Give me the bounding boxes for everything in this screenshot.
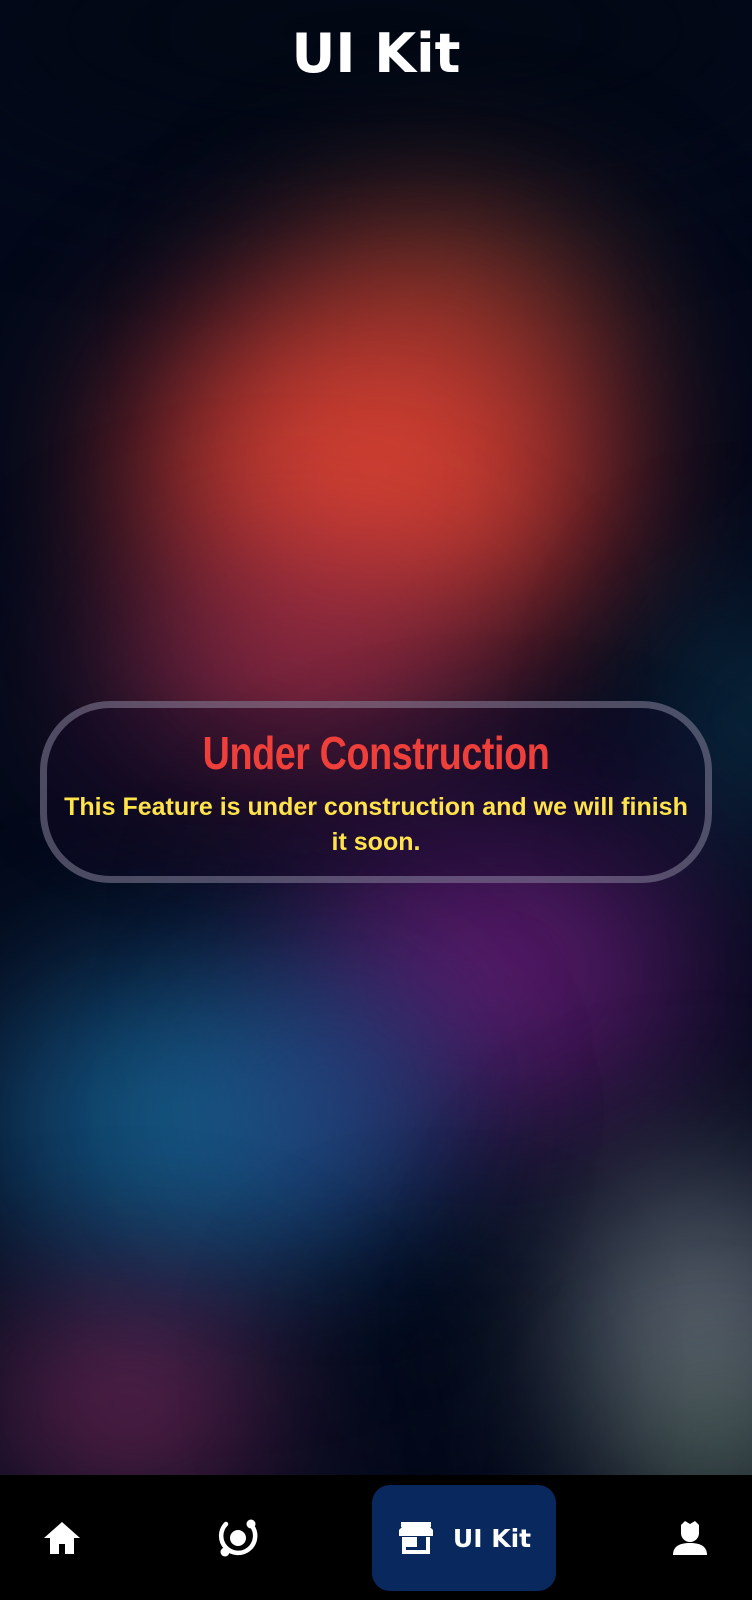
page-title: UI Kit (291, 22, 461, 85)
nav-item-explore[interactable] (198, 1485, 278, 1591)
orbit-icon (216, 1516, 260, 1560)
store-icon (397, 1520, 435, 1556)
user-icon (672, 1519, 708, 1557)
home-icon (42, 1520, 82, 1556)
bottom-navigation-bar: UI Kit (0, 1475, 752, 1600)
under-construction-card: Under Construction This Feature is under… (40, 701, 712, 883)
nav-item-profile[interactable] (650, 1485, 730, 1591)
app-screen: UI Kit Under Construction This Feature i… (0, 0, 752, 1600)
notice-message: This Feature is under construction and w… (64, 793, 688, 856)
notice-title: Under Construction (202, 727, 550, 779)
nav-item-ui-kit-label: UI Kit (452, 1523, 532, 1553)
nav-item-home[interactable] (22, 1485, 102, 1591)
nav-item-ui-kit[interactable]: UI Kit (372, 1485, 556, 1591)
